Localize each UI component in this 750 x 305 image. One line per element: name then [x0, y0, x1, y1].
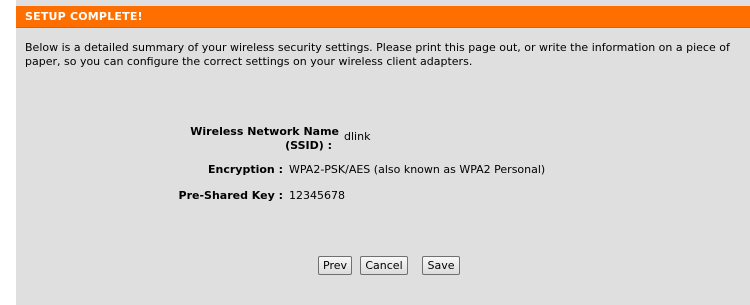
- save-button[interactable]: Save: [422, 256, 460, 275]
- intro-text: Below is a detailed summary of your wire…: [25, 41, 730, 68]
- setup-panel: SETUP COMPLETE! Below is a detailed summ…: [16, 0, 750, 305]
- ssid-label: Wireless Network Name: [190, 125, 339, 138]
- pre-shared-key-value: 12345678: [289, 189, 345, 202]
- cancel-button[interactable]: Cancel: [360, 256, 408, 275]
- encryption-value: WPA2-PSK/AES (also known as WPA2 Persona…: [289, 163, 546, 176]
- section-title: SETUP COMPLETE!: [25, 10, 143, 23]
- ssid-label-suffix: (SSID) :: [285, 139, 332, 152]
- ssid-value: dlink: [344, 130, 371, 143]
- prev-button[interactable]: Prev: [318, 256, 352, 275]
- section-header: SETUP COMPLETE!: [16, 6, 750, 28]
- pre-shared-key-label: Pre-Shared Key :: [178, 189, 283, 202]
- encryption-label: Encryption :: [208, 163, 283, 176]
